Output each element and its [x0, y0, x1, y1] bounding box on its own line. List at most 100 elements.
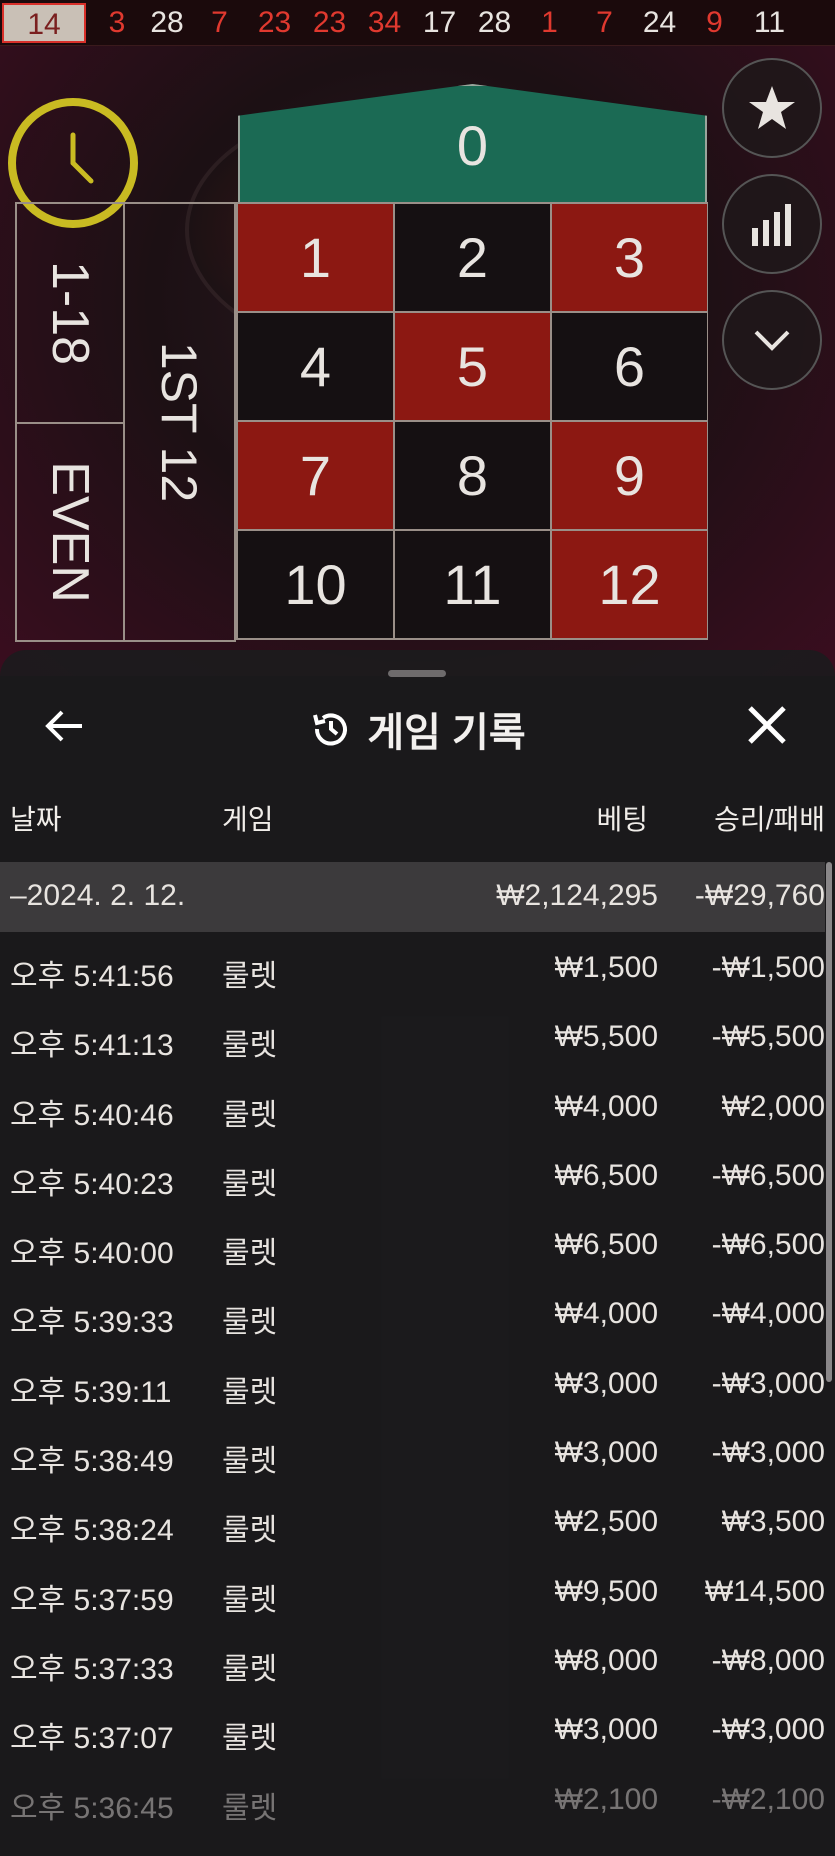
row-result: -₩3,000: [711, 1713, 825, 1747]
history-icon: [313, 713, 348, 746]
row-bet: ₩2,500: [554, 1505, 658, 1539]
bet-even-label: EVEN: [41, 461, 100, 603]
history-list: 오후 5:41:56 룰렛 ₩1,500 -₩1,500 오후 5:41:13 룰렛 ₩5,…: [0, 932, 835, 1833]
recent-result-10: 7: [596, 5, 613, 39]
recent-result-5: 23: [312, 5, 347, 39]
history-row[interactable]: 오후 5:40:23 룰렛 ₩6,500 -₩6,500: [0, 1140, 835, 1209]
bet-1-18[interactable]: 1-18: [17, 204, 123, 424]
recent-result-4: 23: [257, 5, 292, 39]
row-bet: ₩2,100: [554, 1782, 658, 1816]
column-date[interactable]: 날짜: [10, 798, 62, 838]
history-row[interactable]: 오후 5:37:07 룰렛 ₩3,000 -₩3,000: [0, 1694, 835, 1763]
bet-first-dozen-label: 1ST 12: [151, 341, 208, 503]
recent-result-7: 17: [422, 5, 457, 39]
statistics-button[interactable]: [722, 174, 822, 274]
bet-even[interactable]: EVEN: [17, 424, 123, 640]
row-game: 룰렛: [222, 1167, 278, 1201]
close-icon[interactable]: [744, 702, 790, 748]
bet-number-6[interactable]: 6: [552, 313, 707, 420]
bet-number-10[interactable]: 10: [238, 531, 393, 638]
row-time: 오후 5:41:13: [10, 1029, 174, 1063]
row-time: 오후 5:39:11: [10, 1375, 172, 1409]
row-time: 오후 5:41:56: [10, 960, 174, 993]
row-game: 룰렛: [222, 1514, 278, 1548]
history-row[interactable]: 오후 5:36:45 룰렛 ₩2,100 -₩2,100: [0, 1764, 835, 1833]
recent-result-9: 1: [541, 5, 558, 39]
row-result: -₩2,100: [711, 1782, 825, 1816]
column-bet[interactable]: 베팅: [596, 798, 648, 838]
bet-number-4[interactable]: 4: [238, 313, 393, 420]
row-time: 오후 5:39:33: [10, 1306, 174, 1340]
recent-result-13: 11: [753, 5, 786, 39]
recent-result-1: 3: [108, 5, 126, 39]
date-group-bet: ₩2,124,295: [496, 879, 658, 912]
row-game: 룰렛: [222, 1029, 278, 1063]
history-row[interactable]: 오후 5:40:00 룰렛 ₩6,500 -₩6,500: [0, 1209, 835, 1278]
row-time: 오후 5:38:49: [10, 1445, 174, 1479]
row-time: 오후 5:36:45: [10, 1791, 174, 1825]
star-icon: [749, 86, 795, 129]
row-time: 오후 5:38:24: [10, 1514, 174, 1548]
sheet-title: 게임 기록: [367, 711, 526, 755]
row-result: ₩3,500: [721, 1505, 825, 1539]
row-game: 룰렛: [222, 1583, 278, 1617]
history-row[interactable]: 오후 5:39:11 룰렛 ₩3,000 -₩3,000: [0, 1348, 835, 1417]
row-bet: ₩3,000: [554, 1713, 658, 1747]
bet-number-12[interactable]: 12: [552, 531, 707, 638]
row-result: -₩6,500: [711, 1228, 825, 1262]
history-row[interactable]: 오후 5:41:56 룰렛 ₩1,500 -₩1,500: [0, 932, 835, 1001]
column-result[interactable]: 승리/패배: [714, 798, 825, 838]
history-row[interactable]: 오후 5:40:46 룰렛 ₩4,000 ₩2,000: [0, 1071, 835, 1140]
bet-number-5[interactable]: 5: [395, 313, 550, 420]
favorites-button[interactable]: [722, 58, 822, 158]
row-result: -₩3,000: [711, 1366, 825, 1400]
date-group-date: –2024. 2. 12.: [10, 879, 186, 912]
bet-number-1[interactable]: 1: [238, 204, 393, 311]
row-result: -₩1,500: [711, 951, 825, 984]
row-game: 룰렛: [222, 1375, 278, 1409]
row-result: -₩8,000: [711, 1643, 825, 1677]
collapse-button[interactable]: [722, 290, 822, 390]
bet-number-9[interactable]: 9: [552, 422, 707, 529]
recent-results-strip: 14 3 28 7 23 23 34 17 28 1 7 24 9 11: [0, 0, 835, 46]
outside-bets: 1-18 EVEN: [15, 202, 125, 642]
history-row[interactable]: 오후 5:37:33 룰렛 ₩8,000 -₩8,000: [0, 1625, 835, 1694]
row-game: 룰렛: [222, 1237, 278, 1271]
column-game[interactable]: 게임: [222, 798, 274, 838]
bet-number-3[interactable]: 3: [552, 204, 707, 311]
bet-number-7[interactable]: 7: [238, 422, 393, 529]
history-row[interactable]: 오후 5:37:59 룰렛 ₩9,500 ₩14,500: [0, 1556, 835, 1625]
history-row[interactable]: 오후 5:39:33 룰렛 ₩4,000 -₩4,000: [0, 1278, 835, 1347]
row-game: 룰렛: [222, 1306, 278, 1340]
row-time: 오후 5:37:59: [10, 1583, 174, 1617]
row-result: ₩2,000: [721, 1089, 825, 1123]
row-result: -₩3,000: [711, 1436, 825, 1470]
bet-1-18-label: 1-18: [40, 260, 99, 366]
row-time: 오후 5:37:07: [10, 1722, 174, 1756]
scrollbar[interactable]: [826, 862, 832, 1382]
recent-result-8: 28: [477, 5, 512, 39]
stats-bars-icon: [752, 204, 791, 246]
recent-result-6: 34: [367, 5, 402, 39]
row-game: 룰렛: [222, 1722, 278, 1756]
row-time: 오후 5:40:46: [10, 1098, 174, 1132]
bet-number-2[interactable]: 2: [395, 204, 550, 311]
bet-number-8[interactable]: 8: [395, 422, 550, 529]
chevron-down-icon: [754, 330, 790, 351]
row-result: -₩5,500: [711, 1020, 825, 1054]
history-row[interactable]: 오후 5:38:24 룰렛 ₩2,500 ₩3,500: [0, 1486, 835, 1555]
history-row[interactable]: 오후 5:38:49 룰렛 ₩3,000 -₩3,000: [0, 1417, 835, 1486]
history-row[interactable]: 오후 5:41:13 룰렛 ₩5,500 -₩5,500: [0, 1001, 835, 1070]
bet-number-11[interactable]: 11: [395, 531, 550, 638]
row-time: 오후 5:40:00: [10, 1237, 174, 1271]
row-bet: ₩3,000: [554, 1366, 658, 1400]
row-result: -₩6,500: [711, 1158, 825, 1192]
sheet-title-group: 게임 기록: [0, 700, 835, 758]
row-bet: ₩3,000: [554, 1436, 658, 1470]
row-result: ₩14,500: [704, 1574, 825, 1608]
game-history-sheet: 게임 기록 날짜 게임 베팅 승리/패배 –2024. 2. 12. ₩2,12…: [0, 650, 835, 1856]
bet-first-dozen[interactable]: 1ST 12: [125, 202, 236, 642]
sheet-drag-handle[interactable]: [388, 670, 446, 677]
date-group-row[interactable]: –2024. 2. 12. ₩2,124,295 -₩29,760: [0, 862, 825, 932]
recent-result-0: 14: [2, 2, 86, 43]
